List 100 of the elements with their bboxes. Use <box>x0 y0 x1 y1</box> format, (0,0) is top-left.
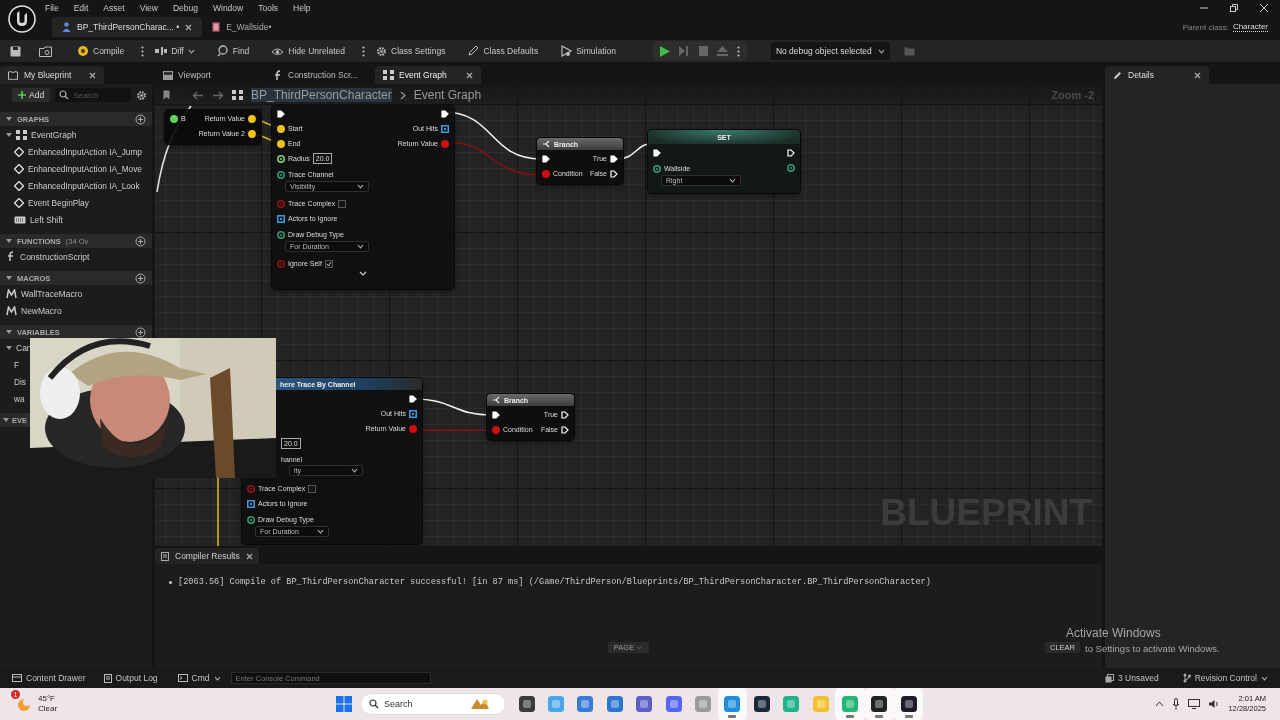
exec-pin-icon[interactable] <box>561 410 569 419</box>
play-button-icon[interactable] <box>659 45 670 57</box>
checkbox[interactable] <box>338 199 347 208</box>
exec-pin-icon[interactable] <box>610 154 618 163</box>
checkbox[interactable] <box>308 484 317 493</box>
menu-item[interactable]: Debug <box>164 2 205 13</box>
tree-item[interactable]: Left Shift <box>14 211 63 228</box>
breadcrumb-link[interactable]: Event Graph <box>413 88 482 102</box>
breadcrumb-link[interactable]: BP_ThirdPersonCharacter <box>251 88 392 102</box>
exec-pin-icon[interactable] <box>277 109 285 118</box>
editor-tab[interactable]: Event Graph <box>375 66 481 84</box>
debug-object-dropdown[interactable]: No debug object selected <box>770 42 890 60</box>
tree-item[interactable]: wa <box>14 390 25 407</box>
checkbox[interactable] <box>324 259 333 268</box>
save-icon[interactable] <box>10 45 21 57</box>
tree-item[interactable]: EnhancedInputAction IA_Move <box>14 160 142 177</box>
cmd-dropdown[interactable]: Cmd <box>173 673 225 683</box>
menu-item[interactable]: View <box>131 2 165 13</box>
toolbar-button[interactable]: Simulation <box>555 42 621 60</box>
settings-icon[interactable] <box>136 89 148 101</box>
toolbar-button[interactable]: Diff <box>150 42 200 60</box>
more-options-icon[interactable] <box>736 45 740 57</box>
exec-pin-icon[interactable] <box>441 109 449 118</box>
bookmark-icon[interactable] <box>163 90 170 100</box>
search-input[interactable]: Search <box>384 699 464 709</box>
tree-item[interactable]: F <box>14 356 20 373</box>
output-log-button[interactable]: Output Log <box>99 673 162 683</box>
tree-item[interactable]: WallTraceMacro <box>0 285 83 302</box>
toolbar-button[interactable]: Class Defaults <box>462 42 544 60</box>
exec-pin-icon[interactable] <box>610 169 618 178</box>
microphone-icon[interactable] <box>1172 698 1181 710</box>
monitor-icon[interactable] <box>1188 699 1201 709</box>
exec-pin-icon[interactable] <box>561 425 569 434</box>
minimize-icon[interactable] <box>1200 4 1208 12</box>
add-icon[interactable] <box>135 235 146 247</box>
back-arrow-icon[interactable] <box>192 90 204 100</box>
chevron-up-icon[interactable] <box>1155 701 1165 707</box>
settings-icon[interactable] <box>376 45 388 57</box>
document-tab[interactable]: E_Wallside• <box>202 17 282 37</box>
tree-item[interactable]: EnhancedInputAction IA_Look <box>14 177 140 194</box>
editor-tab[interactable]: Construction Scr... <box>265 66 371 84</box>
expand-arrow-icon[interactable] <box>3 417 9 423</box>
search-field[interactable]: Search <box>360 693 506 715</box>
exec-pin-icon[interactable] <box>492 410 500 419</box>
menu-item[interactable]: Asset <box>95 2 132 13</box>
menu-item[interactable]: Help <box>285 2 318 13</box>
array-pin-icon[interactable] <box>247 499 255 508</box>
data-pin-icon[interactable] <box>653 164 661 173</box>
add-icon[interactable] <box>135 272 146 284</box>
browse-icon[interactable] <box>39 45 52 57</box>
eject-icon[interactable] <box>716 46 728 56</box>
array-pin-icon[interactable] <box>441 124 449 133</box>
add-icon[interactable] <box>135 113 146 125</box>
taskbar-button[interactable] <box>894 688 924 720</box>
close-icon[interactable] <box>89 71 96 79</box>
close-icon[interactable] <box>1194 71 1201 79</box>
panel-tab[interactable]: Details <box>1105 66 1209 84</box>
expand-arrow-icon[interactable] <box>6 275 12 281</box>
tree-item[interactable]: EnhancedInputAction IA_Jump <box>14 143 142 160</box>
close-icon[interactable] <box>1260 4 1268 12</box>
data-pin-icon[interactable] <box>247 515 255 524</box>
tree-item[interactable]: Dis <box>14 373 26 390</box>
tree-item[interactable]: Event BeginPlay <box>14 194 89 211</box>
expand-arrow-icon[interactable] <box>6 238 12 244</box>
expand-arrow-icon[interactable] <box>6 329 12 335</box>
data-pin-icon[interactable] <box>277 170 285 179</box>
data-pin-icon[interactable] <box>170 114 178 123</box>
content-drawer-button[interactable]: Content Drawer <box>8 673 90 683</box>
step-icon[interactable] <box>678 46 690 56</box>
close-icon[interactable] <box>466 71 473 79</box>
tree-item[interactable]: NewMacro <box>0 302 62 319</box>
expand-arrow-icon[interactable] <box>6 116 12 122</box>
unsaved-button[interactable]: 3 Unsaved <box>1101 673 1163 683</box>
toolbar-button[interactable]: Class Settings <box>371 42 451 60</box>
add-icon[interactable] <box>135 326 146 338</box>
more-options-icon[interactable] <box>362 45 366 57</box>
panel-tab[interactable]: Compiler Results <box>155 548 259 564</box>
exec-pin-icon[interactable] <box>542 154 550 163</box>
toolbar-button[interactable]: Find <box>211 42 255 60</box>
expand-arrow-icon[interactable] <box>6 131 12 138</box>
more-options-icon[interactable] <box>141 45 145 57</box>
stop-icon[interactable] <box>698 46 708 56</box>
expand-icon[interactable] <box>359 271 367 276</box>
data-pin-icon[interactable] <box>787 163 795 172</box>
speaker-icon[interactable] <box>1208 699 1221 709</box>
restore-icon[interactable] <box>1230 4 1238 12</box>
toolbar-button[interactable]: Compile <box>72 42 130 60</box>
exec-pin-icon[interactable] <box>409 394 417 403</box>
toolbar-button[interactable]: Hide Unrelated <box>266 42 351 60</box>
data-pin-icon[interactable] <box>277 230 285 239</box>
menu-item[interactable]: Edit <box>65 2 96 13</box>
document-tab[interactable]: BP_ThirdPersonCharac... • <box>52 17 203 37</box>
close-icon[interactable] <box>185 23 193 31</box>
menu-item[interactable]: Tools <box>250 2 286 13</box>
expand-arrow-icon[interactable] <box>6 344 12 351</box>
tree-item[interactable]: EventGraph <box>0 126 77 143</box>
array-pin-icon[interactable] <box>277 214 285 223</box>
revision-control-button[interactable]: Revision Control <box>1178 673 1272 683</box>
array-pin-icon[interactable] <box>409 409 417 418</box>
tree-item[interactable]: ConstructionScript <box>0 248 90 265</box>
